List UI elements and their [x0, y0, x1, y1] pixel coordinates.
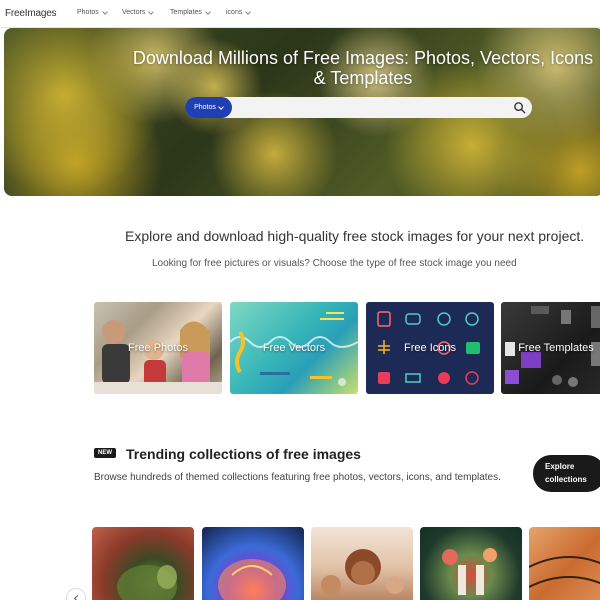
- collection-card[interactable]: [311, 527, 413, 600]
- logo[interactable]: FreeImages: [5, 8, 57, 19]
- collection-card[interactable]: [202, 527, 304, 600]
- explore-label-line1: Explore: [545, 462, 575, 471]
- explore-collections-button[interactable]: Explore collections: [533, 455, 600, 492]
- collection-card[interactable]: [92, 527, 194, 600]
- nav-item-templates[interactable]: Templates: [170, 8, 211, 16]
- category-card-icons[interactable]: Free Icons: [366, 302, 494, 394]
- collection-thumbnail: [321, 549, 404, 595]
- chevron-down-icon: [101, 8, 108, 15]
- collection-thumbnail: [442, 548, 497, 595]
- hero-title: Download Millions of Free Images: Photos…: [132, 48, 594, 88]
- category-label: Free Vectors: [262, 342, 326, 354]
- nav-item-label: Photos: [77, 9, 99, 16]
- chevron-down-icon: [148, 8, 155, 15]
- category-label: Free Templates: [518, 342, 594, 354]
- category-label: Free Icons: [404, 342, 456, 354]
- collection-card[interactable]: [420, 527, 522, 600]
- category-card-photos[interactable]: Free Photos: [94, 302, 222, 394]
- search-type-dropdown[interactable]: Photos: [185, 97, 232, 118]
- nav-item-label: Vectors: [122, 9, 146, 16]
- category-card-vectors[interactable]: Free Vectors: [230, 302, 358, 394]
- nav-item-photos[interactable]: Photos: [77, 8, 108, 16]
- trending-title: Trending collections of free images: [126, 446, 361, 462]
- trending-description: Browse hundreds of themed collections fe…: [94, 472, 501, 483]
- collection-thumbnail: [529, 556, 600, 588]
- nav-item-label: Templates: [170, 9, 202, 16]
- chevron-down-icon: [245, 8, 252, 15]
- search-bar: Photos: [185, 97, 532, 118]
- nav-item-label: icons: [226, 9, 243, 16]
- category-label: Free Photos: [128, 342, 188, 354]
- collection-thumbnail: [117, 565, 177, 600]
- top-nav: FreeImages Photos Vectors Templates icon…: [0, 0, 600, 28]
- collection-thumbnail: [218, 559, 286, 600]
- chevron-down-icon: [218, 103, 224, 110]
- nav-item-vectors[interactable]: Vectors: [122, 8, 155, 16]
- collection-card[interactable]: [529, 527, 600, 600]
- intro-subheading: Looking for free pictures or visuals? Ch…: [152, 258, 517, 269]
- new-badge: NEW: [94, 448, 116, 458]
- intro-heading: Explore and download high-quality free s…: [125, 228, 585, 244]
- explore-label-line2: collections: [545, 475, 587, 484]
- search-icon[interactable]: [513, 101, 526, 114]
- search-input[interactable]: [235, 99, 505, 116]
- chevron-down-icon: [205, 8, 211, 15]
- nav-item-icons[interactable]: icons: [226, 8, 252, 16]
- category-card-templates[interactable]: Free Templates: [501, 302, 600, 394]
- search-type-label: Photos: [194, 104, 216, 111]
- carousel-prev-button[interactable]: [66, 588, 86, 600]
